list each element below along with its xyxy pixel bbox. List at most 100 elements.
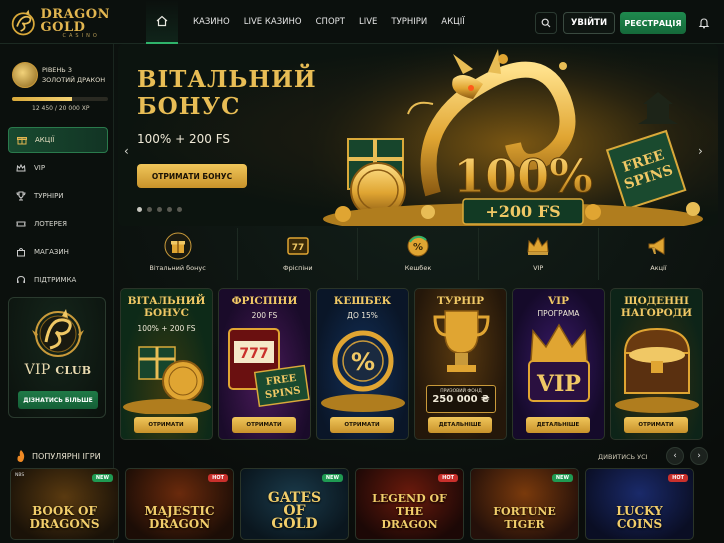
carousel-dot[interactable]	[177, 207, 182, 212]
promo-details-button[interactable]: ДЕТАЛЬНІШЕ	[526, 417, 590, 433]
game-title: LEGEND OF THE DRAGON	[372, 492, 447, 531]
brand-name: DRAGON GOLD CASINO	[41, 8, 110, 39]
xp-progress-bar	[12, 97, 108, 101]
home-button[interactable]	[146, 0, 178, 44]
carousel-dot[interactable]	[137, 207, 142, 212]
sidebar-item-label: АКЦІЇ	[35, 136, 55, 144]
dragon-banner-art: FREE SPINS 100% +200 FS	[313, 44, 718, 226]
vip-club-panel: VIP CLUB ДІЗНАТИСЬ БІЛЬШЕ	[8, 297, 106, 418]
prize-fund-value: 250 000 ₴	[432, 394, 490, 405]
headset-icon	[17, 275, 25, 283]
gift-icon	[17, 137, 27, 145]
nav-live[interactable]: LIVE	[352, 17, 384, 27]
treasure-chest-art	[615, 327, 699, 413]
game-tile[interactable]: HOT MAJESTIC DRAGON	[125, 468, 234, 540]
hero-title: ВІТАЛЬНИЙ БОНУС	[137, 66, 317, 120]
dragon-logo-icon	[11, 9, 35, 36]
promo-title: КЕШБЕК	[333, 295, 392, 307]
nav-promotions[interactable]: АКЦІЇ	[434, 17, 471, 27]
svg-text:77: 77	[292, 243, 305, 253]
carousel-prev-chevron-icon[interactable]: ‹	[124, 144, 129, 158]
promo-get-button[interactable]: ОТРИМАТИ	[330, 417, 394, 433]
games-prev-chevron-icon[interactable]: ‹	[666, 447, 684, 465]
category-welcome-bonus[interactable]: Вітальний бонус	[118, 228, 239, 280]
promo-get-button[interactable]: ОТРИМАТИ	[624, 417, 688, 433]
home-icon	[156, 15, 168, 27]
promo-card-cashback[interactable]: КЕШБЕК ДО 15% % ОТРИМАТИ	[316, 288, 409, 440]
register-button[interactable]: РЕЄСТРАЦІЯ	[620, 12, 686, 34]
brand-line-2: GOLD	[40, 19, 86, 35]
cashback-icon: %	[407, 235, 429, 257]
game-badge: HOT	[438, 474, 458, 482]
carousel-dot[interactable]	[157, 207, 162, 212]
game-badge: NEW	[91, 474, 113, 482]
category-promotions[interactable]: Акції	[599, 228, 718, 280]
sidebar-item-support[interactable]: ПІДТРИМКА	[8, 267, 108, 293]
crown-icon	[16, 163, 26, 172]
category-label: Кешбек	[404, 264, 432, 272]
user-level: РІВЕНЬ 3	[42, 66, 72, 74]
carousel-dot[interactable]	[167, 207, 172, 212]
sidebar-item-vip[interactable]: VIP	[8, 155, 108, 181]
promo-details-button[interactable]: ДЕТАЛЬНІШЕ	[428, 417, 492, 433]
category-label: VIP	[533, 264, 544, 272]
hero-get-bonus-button[interactable]: ОТРИМАТИ БОНУС	[137, 164, 247, 188]
sidebar-menu: АКЦІЇ VIP ТУРНІРИ ЛОТЕРЕЯ МАГАЗИН ПІДТРИ…	[8, 127, 108, 295]
promo-card-vip[interactable]: VIP ПРОГРАМА VIP ДЕТАЛЬНІШЕ	[512, 288, 605, 440]
category-vip[interactable]: VIP	[479, 228, 599, 280]
login-button[interactable]: УВІЙТИ	[563, 12, 615, 34]
dragon-emblem-icon	[32, 309, 84, 357]
sidebar-item-lottery[interactable]: ЛОТЕРЕЯ	[8, 211, 108, 237]
svg-text:%: %	[413, 242, 423, 253]
game-tile[interactable]: HOT LEGEND OF THE DRAGON	[355, 468, 464, 540]
notifications-button[interactable]	[693, 12, 715, 34]
game-badge: NEW	[551, 474, 573, 482]
game-tile[interactable]: NEW GATES OF GOLD	[240, 468, 349, 540]
user-profile[interactable]: РІВЕНЬ 3 ЗОЛОТИЙ ДРАКОН 12 450 / 20 000 …	[12, 62, 108, 122]
game-badge: NEW	[321, 474, 343, 482]
popular-games-title: ПОПУЛЯРНІ ІГРИ	[32, 451, 101, 461]
promo-card-tournament[interactable]: ТУРНІР ПРИЗОВИЙ ФОНД 250 000 ₴ ДЕТАЛЬНІШ…	[414, 288, 507, 440]
promo-subtitle: ПРОГРАМА	[537, 309, 580, 318]
game-tile[interactable]: NBS NEW BOOK OF DRAGONS	[10, 468, 119, 540]
promo-get-button[interactable]: ОТРИМАТИ	[134, 417, 198, 433]
search-button[interactable]	[535, 12, 557, 34]
percent-text: %	[351, 348, 375, 376]
promo-card-free-spins[interactable]: ФРІСПІНИ 200 FS 777 FREE SPINS ОТРИМАТИ	[218, 288, 311, 440]
slot-icon: 77	[287, 237, 309, 255]
sidebar-item-promotions[interactable]: АКЦІЇ	[8, 127, 108, 153]
vip-text: VIP	[536, 371, 581, 397]
sidebar-item-shop[interactable]: МАГАЗИН	[8, 239, 108, 265]
carousel-dot[interactable]	[147, 207, 152, 212]
nav-sport[interactable]: СПОРТ	[309, 17, 352, 27]
category-label: Фріспіни	[282, 264, 313, 272]
search-icon	[541, 18, 551, 28]
category-free-spins[interactable]: 77 Фріспіни	[238, 228, 359, 280]
megaphone-icon	[648, 237, 665, 255]
fire-icon	[17, 450, 25, 462]
see-all-link[interactable]: ДИВИТИСЬ УСІ	[598, 453, 648, 461]
vip-learn-more-button[interactable]: ДІЗНАТИСЬ БІЛЬШЕ	[18, 391, 98, 409]
hero-fs-text: +200 FS	[485, 202, 560, 221]
promo-get-button[interactable]: ОТРИМАТИ	[232, 417, 296, 433]
sidebar-item-label: ТУРНІРИ	[34, 192, 64, 200]
promo-card-daily-rewards[interactable]: ЩОДЕННІ НАГОРОДИ ОТРИМАТИ	[610, 288, 703, 440]
category-label: Вітальний бонус	[149, 264, 206, 272]
game-title: GATES OF GOLD	[267, 490, 322, 532]
promo-card-welcome[interactable]: ВІТАЛЬНИЙ БОНУС 100% + 200 FS ОТРИМАТИ	[120, 288, 213, 440]
games-next-chevron-icon[interactable]: ›	[690, 447, 708, 465]
game-title: FORTUNE TIGER	[493, 505, 556, 531]
vip-club-title: VIP CLUB	[9, 362, 107, 378]
carousel-next-chevron-icon[interactable]: ›	[698, 144, 703, 158]
hero-subtitle: 100% + 200 FS	[137, 132, 231, 146]
category-cashback[interactable]: % Кешбек	[358, 228, 479, 280]
casino-app: DRAGON GOLD CASINO КАЗИНО LIVE КАЗИНО СП…	[0, 0, 724, 543]
game-tile[interactable]: HOT LUCKY COINS	[585, 468, 694, 540]
game-tile[interactable]: NEW FORTUNE TIGER	[470, 468, 579, 540]
trophy-icon	[16, 191, 26, 201]
nav-live-casino[interactable]: LIVE КАЗИНО	[237, 17, 309, 27]
nav-tournaments[interactable]: ТУРНІРИ	[384, 17, 434, 27]
nav-casino[interactable]: КАЗИНО	[186, 17, 237, 27]
sidebar-item-tournaments[interactable]: ТУРНІРИ	[8, 183, 108, 209]
brand-logo[interactable]: DRAGON GOLD CASINO	[10, 5, 110, 41]
